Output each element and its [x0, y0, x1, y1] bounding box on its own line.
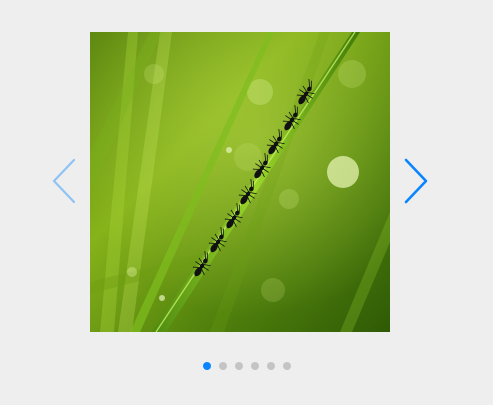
pagination-dot[interactable] — [218, 362, 227, 370]
pagination-dot[interactable] — [202, 362, 211, 370]
carousel-slide-image — [90, 32, 390, 332]
chevron-left-icon — [52, 158, 76, 204]
next-slide-button[interactable] — [398, 152, 434, 210]
pagination-dot[interactable] — [266, 362, 275, 370]
previous-slide-button[interactable] — [46, 152, 82, 210]
image-carousel — [0, 0, 493, 405]
pagination-dot[interactable] — [282, 362, 291, 370]
pagination-dot[interactable] — [234, 362, 243, 370]
ants-on-grass-photo — [90, 32, 390, 332]
chevron-right-icon — [404, 158, 428, 204]
carousel-pagination — [0, 362, 493, 372]
pagination-dot[interactable] — [250, 362, 259, 370]
